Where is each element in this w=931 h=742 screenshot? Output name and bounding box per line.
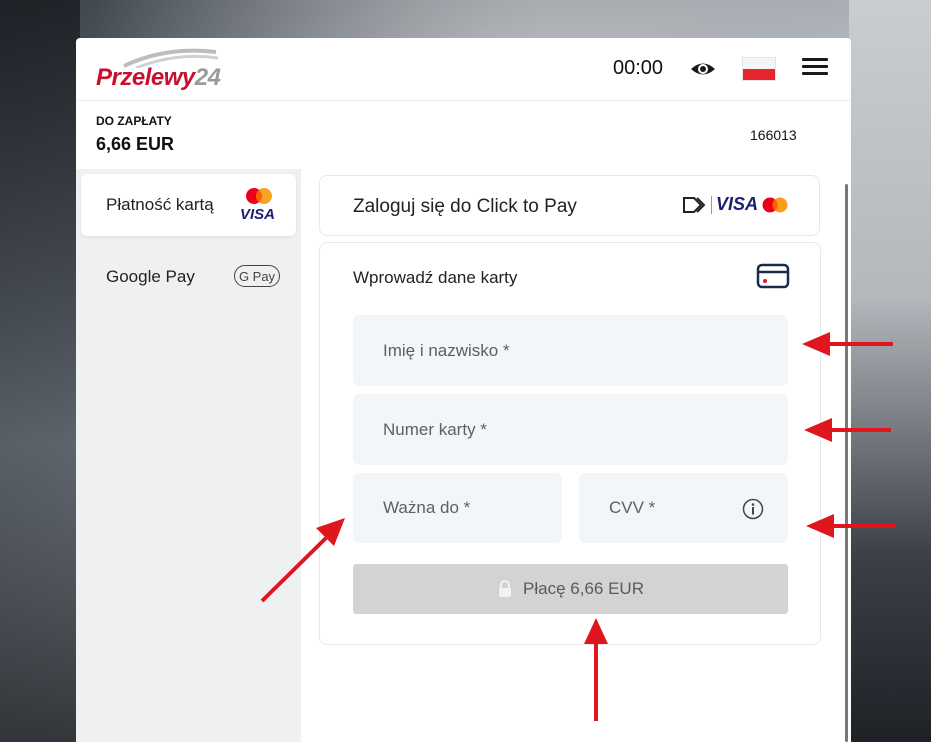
mastercard-icon [762,197,788,213]
card-panel-title: Wprowadź dane karty [353,268,518,287]
card-details-panel: Wprowadź dane karty Imię i nazwisko * Nu… [319,242,821,645]
logo-number: 24 [194,64,221,91]
cardholder-name-input[interactable] [353,315,788,386]
lock-icon [499,580,512,597]
sidebar-item-label: Google Pay [106,267,195,286]
payment-modal: Przelewy24 00:00 DO ZAPŁATY 6,66 EUR 166… [76,38,851,742]
eye-icon[interactable] [689,56,717,82]
background-right-shade [849,0,931,742]
pay-button[interactable]: Płacę 6,66 EUR [353,564,788,614]
order-id: 166013 [750,127,797,143]
google-pay-icon: G Pay [234,265,280,287]
card-number-input[interactable] [353,394,788,465]
credit-card-icon [756,263,790,289]
card-number-field[interactable] [353,394,788,465]
cardholder-name-field[interactable] [353,315,788,386]
info-icon[interactable] [742,498,764,520]
visa-logo: VISA [716,194,759,214]
expiry-date-input[interactable] [353,473,562,543]
amount-value: 6,66 EUR [96,134,175,154]
sidebar-item-label: Płatność kartą [106,195,214,214]
top-bar: Przelewy24 00:00 [76,38,851,101]
session-timer: 00:00 [613,57,664,79]
click-to-pay-title: Zaloguj się do Click to Pay [353,196,577,217]
expiry-date-field[interactable] [353,473,562,543]
mastercard-icon [246,188,272,204]
amount-label: DO ZAPŁATY [96,114,172,128]
click-to-pay-login[interactable]: Zaloguj się do Click to Pay VISA [319,175,820,236]
scrollbar[interactable] [845,184,848,742]
language-flag-poland[interactable] [743,58,775,80]
hamburger-menu-icon[interactable] [802,58,828,84]
visa-logo: VISA [240,206,276,223]
pay-button-label: Płacę 6,66 EUR [523,579,644,598]
card-brands: VISA [682,194,792,216]
sidebar-item-card-payment[interactable]: Płatność kartą VISA [81,174,296,236]
przelewy24-logo: Przelewy24 [96,48,226,92]
sidebar-item-google-pay[interactable]: Google Pay G Pay [81,246,296,308]
click-to-pay-icon [683,197,706,213]
cvv-field[interactable] [579,473,788,543]
payment-method-sidebar: Płatność kartą VISA Google Pay G Pay [76,169,301,742]
logo-main: Przelewy [96,64,195,91]
logo-text: Przelewy24 [96,64,221,92]
background-left-shade [0,0,80,742]
